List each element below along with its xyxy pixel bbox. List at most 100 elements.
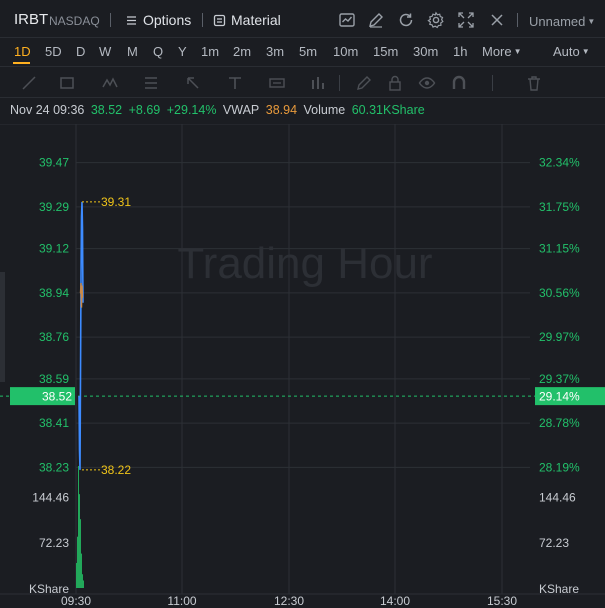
percent-axis-tick: 31.15% bbox=[539, 242, 580, 256]
timeframe-1m[interactable]: 1m bbox=[201, 44, 219, 59]
percent-axis-tick: 29.37% bbox=[539, 372, 580, 386]
percent-axis-tick: 32.34% bbox=[539, 156, 580, 170]
timeframe-1d[interactable]: 1D bbox=[14, 44, 31, 59]
timeframe-5d[interactable]: 5D bbox=[45, 44, 62, 59]
arrow-tool-icon[interactable] bbox=[184, 74, 202, 92]
timeframe-m[interactable]: M bbox=[127, 44, 138, 59]
volume-bar bbox=[81, 553, 82, 588]
watermark-text: Trading Hour bbox=[177, 239, 432, 288]
layout-dropdown[interactable]: Unnamed ▼ bbox=[529, 14, 595, 29]
bars-tool-icon[interactable] bbox=[309, 74, 327, 92]
close-icon[interactable] bbox=[488, 11, 506, 29]
volume-axis-tick: 144.46 bbox=[539, 491, 576, 505]
volume-axis-tick: 72.23 bbox=[39, 536, 69, 550]
auto-dropdown[interactable]: Auto ▼ bbox=[553, 44, 590, 59]
volume-value: 60.31KShare bbox=[351, 103, 425, 117]
volume-axis-tick: 72.23 bbox=[539, 536, 569, 550]
material-label: Material bbox=[231, 12, 281, 28]
timeframe-w[interactable]: W bbox=[99, 44, 111, 59]
timeframe-5m[interactable]: 5m bbox=[299, 44, 317, 59]
price-axis-tick: 38.59 bbox=[39, 372, 69, 386]
time-axis-tick: 12:30 bbox=[274, 594, 304, 608]
eye-icon[interactable] bbox=[418, 74, 436, 92]
quote-change-pct: +29.14% bbox=[166, 103, 217, 117]
auto-label: Auto bbox=[553, 44, 580, 59]
price-series-line bbox=[78, 201, 84, 470]
volume-label: Volume bbox=[303, 103, 346, 117]
chevron-down-icon: ▼ bbox=[581, 47, 590, 56]
divider bbox=[517, 13, 518, 27]
divider bbox=[492, 75, 493, 91]
volume-bar bbox=[83, 580, 84, 588]
symbol-name[interactable]: IRBT bbox=[14, 11, 48, 28]
fullscreen-icon[interactable] bbox=[457, 11, 475, 29]
options-label: Options bbox=[143, 12, 192, 28]
vwap-label: VWAP bbox=[222, 103, 260, 117]
material-icon bbox=[213, 14, 226, 26]
volume-unit-label: KShare bbox=[539, 582, 579, 596]
chart-area[interactable]: Trading Hour 39.47 39.29 39.12 38.94 38.76 38.… bbox=[0, 124, 605, 608]
price-axis-tick: 38.76 bbox=[39, 330, 69, 344]
rectangle-tool-icon[interactable] bbox=[58, 74, 76, 92]
price-axis-tick: 38.94 bbox=[39, 286, 69, 300]
timeframe-15m[interactable]: 15m bbox=[373, 44, 398, 59]
price-axis-tick: 38.23 bbox=[39, 460, 69, 474]
quote-info-line: Nov 24 09:36 38.52 +8.69 +29.14% VWAP 38… bbox=[10, 103, 428, 117]
intraday-chart[interactable]: Trading Hour 39.47 39.29 39.12 38.94 38.76 38.… bbox=[0, 124, 605, 608]
time-axis-tick: 09:30 bbox=[61, 594, 91, 608]
current-price-tag-text: 38.52 bbox=[42, 390, 72, 404]
vwap-value: 38.94 bbox=[265, 103, 298, 117]
timeframe-q[interactable]: Q bbox=[153, 44, 163, 59]
timeframe-y[interactable]: Y bbox=[178, 44, 187, 59]
chevron-down-icon: ▼ bbox=[587, 17, 596, 26]
percent-axis-tick: 30.56% bbox=[539, 286, 580, 300]
price-axis-tick: 39.29 bbox=[39, 200, 69, 214]
divider bbox=[202, 13, 203, 27]
volume-bar bbox=[76, 562, 77, 588]
line-tool-icon[interactable] bbox=[20, 74, 38, 92]
timeframe-2m[interactable]: 2m bbox=[233, 44, 251, 59]
fib-tool-icon[interactable] bbox=[142, 74, 160, 92]
high-marker-label: 39.31 bbox=[101, 195, 131, 209]
timeframe-bar: 1D 5D D W M Q Y 1m 2m 3m 5m 10m 15m 30m … bbox=[0, 38, 605, 66]
price-axis-tick: 39.12 bbox=[39, 242, 69, 256]
percent-axis-tick: 29.97% bbox=[539, 330, 580, 344]
active-timeframe-indicator bbox=[13, 62, 30, 64]
options-button[interactable]: Options bbox=[125, 12, 191, 28]
timeframe-30m[interactable]: 30m bbox=[413, 44, 438, 59]
text-tool-icon[interactable] bbox=[226, 74, 244, 92]
measure-tool-icon[interactable] bbox=[268, 74, 286, 92]
refresh-icon[interactable] bbox=[397, 11, 415, 29]
percent-axis-tick: 31.75% bbox=[539, 200, 580, 214]
time-axis-tick: 11:00 bbox=[167, 594, 196, 608]
timeframe-3m[interactable]: 3m bbox=[266, 44, 284, 59]
exchange-name: NASDAQ bbox=[49, 14, 100, 28]
quote-price: 38.52 bbox=[90, 103, 123, 117]
timeframe-10m[interactable]: 10m bbox=[333, 44, 358, 59]
quote-change: +8.69 bbox=[128, 103, 161, 117]
options-icon bbox=[127, 15, 136, 25]
quote-datetime: Nov 24 09:36 bbox=[10, 103, 85, 117]
volume-bar bbox=[77, 536, 78, 588]
material-button[interactable]: Material bbox=[213, 12, 281, 28]
time-axis-tick: 14:00 bbox=[380, 594, 410, 608]
trash-icon[interactable] bbox=[525, 74, 543, 92]
price-axis-tick: 39.47 bbox=[39, 156, 69, 170]
divider bbox=[110, 13, 111, 27]
price-axis-tick: 38.41 bbox=[39, 416, 69, 430]
settings-icon[interactable] bbox=[427, 11, 445, 29]
draw-icon[interactable] bbox=[367, 11, 385, 29]
volume-bar bbox=[82, 574, 83, 588]
timeframe-d[interactable]: D bbox=[76, 44, 85, 59]
volume-bar bbox=[80, 519, 81, 588]
pattern-tool-icon[interactable] bbox=[101, 74, 119, 92]
percent-axis-tick: 28.78% bbox=[539, 416, 580, 430]
lock-icon[interactable] bbox=[386, 74, 404, 92]
magnet-icon[interactable] bbox=[450, 74, 468, 92]
chart-type-icon[interactable] bbox=[338, 11, 356, 29]
timeframe-1h[interactable]: 1h bbox=[453, 44, 467, 59]
current-pct-tag-text: 29.14% bbox=[539, 390, 580, 404]
volume-bar bbox=[78, 466, 79, 588]
more-timeframes-button[interactable]: More ▼ bbox=[482, 44, 522, 59]
pencil-icon[interactable] bbox=[355, 74, 373, 92]
